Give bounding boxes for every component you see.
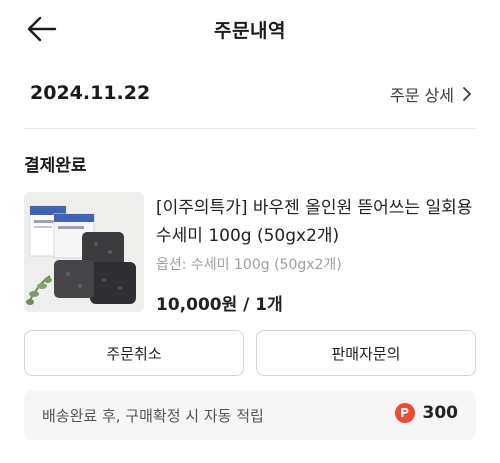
- points-notice: 배송완료 후, 구매확정 시 자동 적립 P 300: [24, 390, 476, 440]
- cancel-order-button[interactable]: 주문취소: [24, 330, 244, 376]
- product-name[interactable]: [이주의특가] 바우젠 올인원 뜯어쓰는 일회용 수세미 100g (50gx2…: [156, 194, 480, 250]
- order-detail-link[interactable]: 주문 상세: [390, 82, 472, 106]
- page-title: 주문내역: [214, 20, 286, 42]
- seller-inquiry-button[interactable]: 판매자문의: [256, 330, 476, 376]
- product-info: [이주의특가] 바우젠 올인원 뜯어쓰는 일회용 수세미 100g (50gx2…: [156, 194, 480, 315]
- order-detail-label: 주문 상세: [390, 86, 454, 105]
- point-badge-icon: P: [394, 403, 415, 423]
- points-value: 300: [422, 403, 459, 423]
- product-image[interactable]: [24, 192, 144, 312]
- points-notice-text: 배송완료 후, 구매확정 시 자동 적립: [42, 407, 264, 425]
- chevron-right-icon: [463, 87, 471, 101]
- product-option: 옵션: 수세미 100g (50gx2개): [156, 257, 342, 273]
- order-date: 2024.11.22: [30, 82, 151, 104]
- product-price: 10,000원 / 1개: [156, 295, 283, 315]
- header: 주문내역: [0, 0, 500, 58]
- order-date-row: 2024.11.22 주문 상세: [0, 78, 500, 114]
- points-amount: P 300: [394, 403, 459, 423]
- order-status: 결제완료: [24, 156, 87, 176]
- divider: [24, 128, 476, 129]
